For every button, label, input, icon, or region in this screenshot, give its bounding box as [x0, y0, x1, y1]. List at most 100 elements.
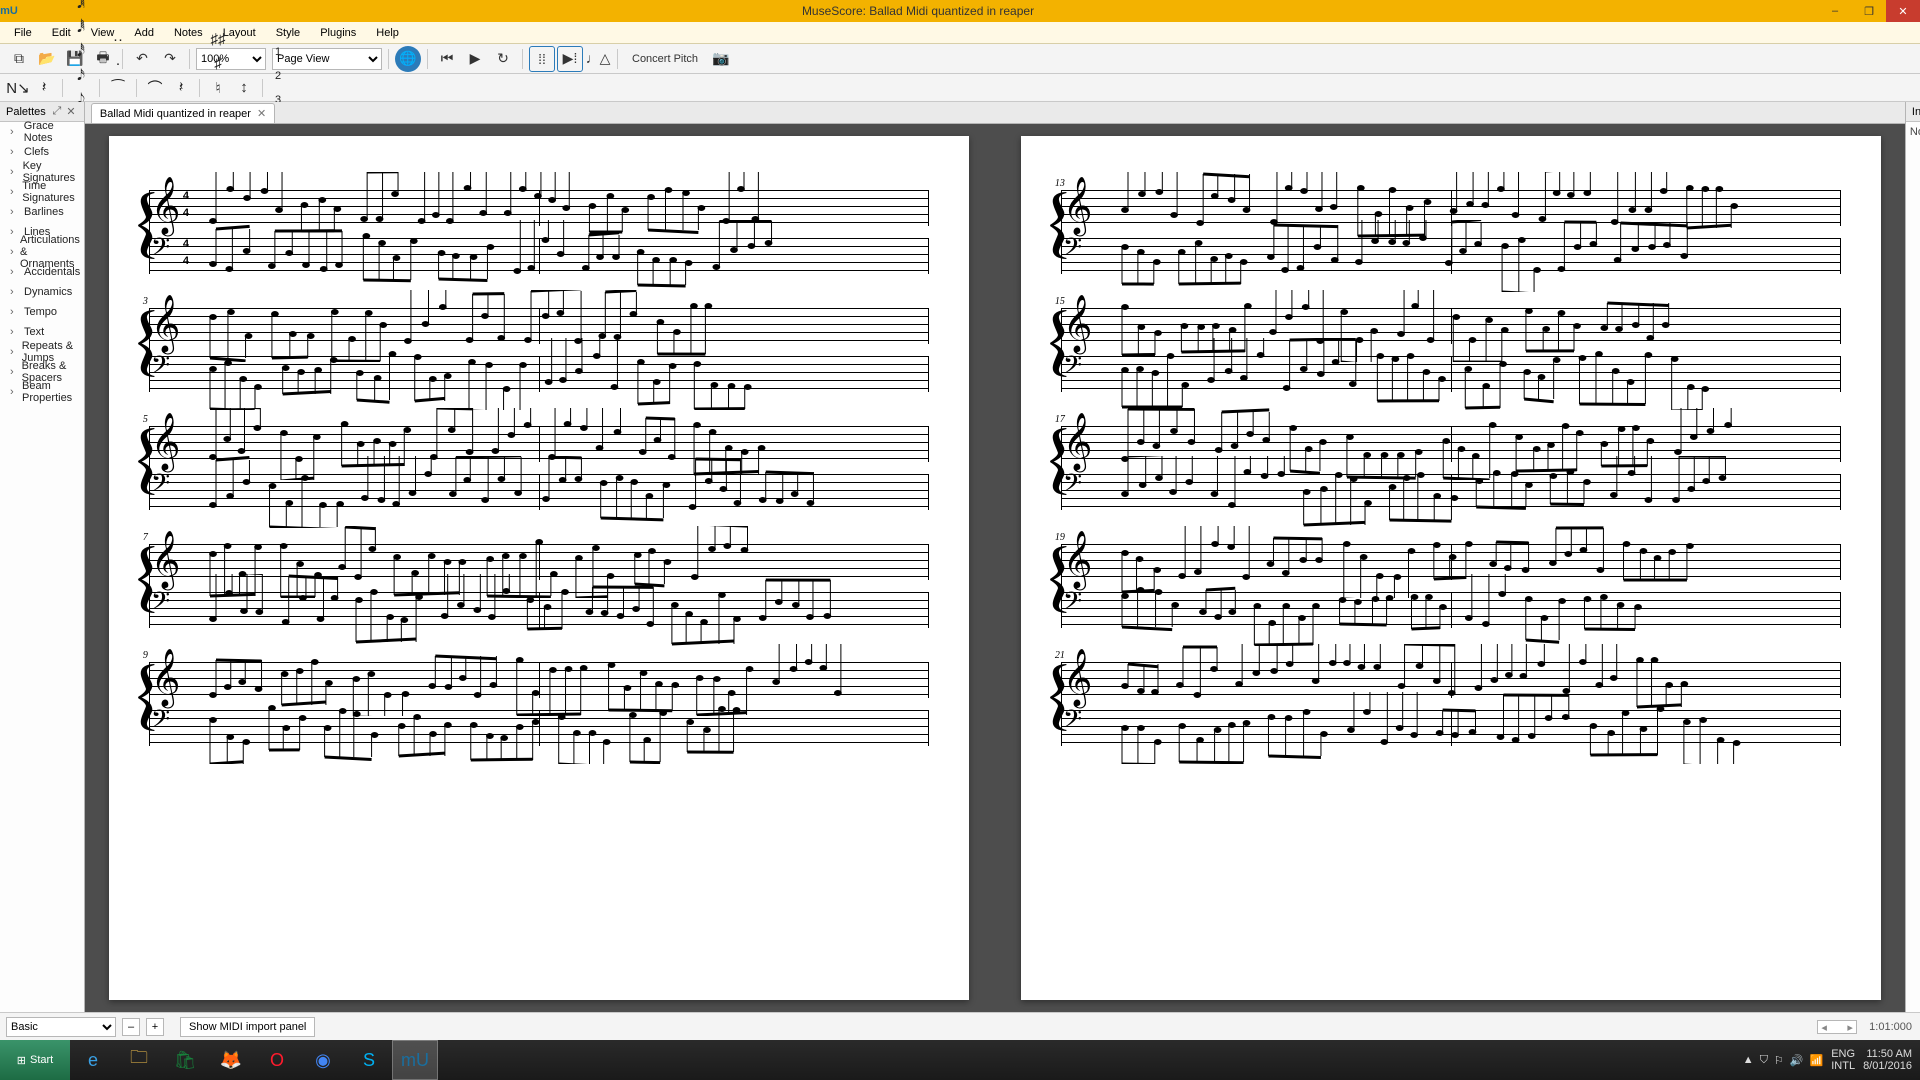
separator: [99, 79, 100, 97]
tray-icon-0[interactable]: ▲: [1743, 1054, 1754, 1067]
document-tab-label: Ballad Midi quantized in reaper: [100, 108, 251, 120]
new-button[interactable]: ⧉: [6, 46, 32, 72]
screenshot-button[interactable]: 📷: [708, 46, 734, 72]
play-panel-button[interactable]: ⁞⁞: [529, 46, 555, 72]
rest-mode-icon[interactable]: 𝄽: [32, 76, 56, 100]
tie-button[interactable]: ⌒: [143, 76, 167, 100]
menu-help[interactable]: Help: [366, 22, 409, 43]
flip-button[interactable]: ↕: [232, 76, 256, 100]
palettes-undock-icon[interactable]: ⤢: [50, 105, 64, 118]
duration-button-3[interactable]: 𝅘𝅥𝅯: [69, 64, 93, 88]
chevron-right-icon: ›: [10, 366, 16, 378]
tray-icon-3[interactable]: 🔊: [1790, 1054, 1804, 1067]
document-tab[interactable]: Ballad Midi quantized in reaper ✕: [91, 103, 275, 123]
tray-lang2[interactable]: INTL: [1831, 1060, 1855, 1072]
play-repeats-button[interactable]: ▶⁞: [557, 46, 583, 72]
chevron-right-icon: ›: [10, 186, 16, 198]
workspace-remove-button[interactable]: –: [122, 1018, 140, 1036]
community-icon[interactable]: 🌐: [395, 46, 421, 72]
palette-barlines[interactable]: ›Barlines: [0, 202, 84, 222]
accidental-button-2[interactable]: ♮: [206, 76, 230, 100]
palettes-close-icon[interactable]: ✕: [64, 105, 78, 118]
palette-repeats-jumps[interactable]: ›Repeats & Jumps: [0, 342, 84, 362]
palette-breaks-spacers[interactable]: ›Breaks & Spacers: [0, 362, 84, 382]
palette-text[interactable]: ›Text: [0, 322, 84, 342]
score-viewport[interactable]: 𝄔𝄞44𝄢443𝄔𝄞𝄢5𝄔𝄞𝄢7𝄔𝄞𝄢9𝄔𝄞𝄢 13𝄔𝄞𝄢15𝄔𝄞𝄢17𝄔𝄞𝄢1…: [85, 124, 1905, 1012]
chevron-right-icon: ›: [10, 226, 18, 238]
show-midi-import-button[interactable]: Show MIDI import panel: [180, 1017, 315, 1037]
voice-button-1[interactable]: 2: [269, 64, 287, 88]
duration-button-1[interactable]: 𝅘𝅥𝅱: [69, 16, 93, 40]
palettes-header: Palettes ⤢ ✕: [0, 102, 84, 122]
palette-time-signatures[interactable]: ›Time Signatures: [0, 182, 84, 202]
palettes-title: Palettes: [6, 106, 46, 118]
palette-articulations-ornaments[interactable]: ›Articulations & Ornaments: [0, 242, 84, 262]
menu-add[interactable]: Add: [124, 22, 164, 43]
taskbar-app-firefox[interactable]: 🦊: [208, 1040, 254, 1080]
inspector-body: Nothing selec: [1906, 122, 1920, 142]
taskbar-app-chrome[interactable]: ◉: [300, 1040, 346, 1080]
palette-key-signatures[interactable]: ›Key Signatures: [0, 162, 84, 182]
palette-beam-properties[interactable]: ›Beam Properties: [0, 382, 84, 402]
redo-button[interactable]: ↷: [157, 46, 183, 72]
metronome-button[interactable]: ♩△: [585, 46, 611, 72]
separator: [136, 79, 137, 97]
palettes-panel: Palettes ⤢ ✕ ›Grace Notes›Clefs›Key Sign…: [0, 102, 85, 1012]
tray-icon-2[interactable]: ⚐: [1774, 1054, 1784, 1067]
concert-pitch-button[interactable]: Concert Pitch: [624, 46, 706, 72]
chevron-right-icon: ›: [10, 126, 18, 138]
chevron-right-icon: ›: [10, 246, 14, 258]
separator: [262, 79, 263, 97]
close-button[interactable]: ✕: [1886, 0, 1920, 22]
rest-button[interactable]: 𝄽: [169, 76, 193, 100]
rewind-button[interactable]: ⏮: [434, 46, 460, 72]
undo-button[interactable]: ↶: [129, 46, 155, 72]
accidental-button-1[interactable]: ♯: [206, 52, 230, 76]
duration-extra-button-0[interactable]: ··: [106, 28, 130, 52]
taskbar-app-store[interactable]: 🛍: [162, 1040, 208, 1080]
tray-icon-1[interactable]: ⛉: [1760, 1054, 1768, 1067]
taskbar-app-ie[interactable]: e: [70, 1040, 116, 1080]
accidental-button-0[interactable]: ♯♯: [206, 28, 230, 52]
maximize-button[interactable]: ❐: [1852, 0, 1886, 22]
chevron-right-icon: ›: [10, 206, 18, 218]
separator: [62, 79, 63, 97]
chevron-right-icon: ›: [10, 306, 18, 318]
taskbar-app-explorer[interactable]: 🗀: [116, 1040, 162, 1080]
open-button[interactable]: 📂: [34, 46, 60, 72]
taskbar-app-musescore[interactable]: mU: [392, 1040, 438, 1080]
start-button[interactable]: ⊞ Start: [0, 1040, 70, 1080]
palette-tempo[interactable]: ›Tempo: [0, 302, 84, 322]
duration-button-0[interactable]: 𝅘𝅥𝅲: [69, 0, 93, 16]
duration-button-2[interactable]: 𝅘𝅥𝅰: [69, 40, 93, 64]
duration-extra-button-1[interactable]: ·: [106, 52, 130, 76]
duration-extra-button-2[interactable]: ⁀: [106, 76, 130, 100]
statusbar: BasicAdvanced – + Show MIDI import panel…: [0, 1012, 1920, 1040]
loop-button[interactable]: ↻: [490, 46, 516, 72]
minimize-button[interactable]: –: [1818, 0, 1852, 22]
note-input-button[interactable]: N↘: [6, 76, 30, 100]
taskbar-app-skype[interactable]: S: [346, 1040, 392, 1080]
menu-plugins[interactable]: Plugins: [310, 22, 366, 43]
score-page-2: 13𝄔𝄞𝄢15𝄔𝄞𝄢17𝄔𝄞𝄢19𝄔𝄞𝄢21𝄔𝄞𝄢: [1021, 136, 1881, 1000]
inspector-header: Ins… ⤢ ✕: [1906, 102, 1920, 122]
workspace-add-button[interactable]: +: [146, 1018, 164, 1036]
tray-time[interactable]: 11:50 AM: [1863, 1048, 1912, 1060]
taskbar-app-opera[interactable]: O: [254, 1040, 300, 1080]
tab-close-icon[interactable]: ✕: [257, 107, 266, 120]
palette-grace-notes[interactable]: ›Grace Notes: [0, 122, 84, 142]
voice-button-0[interactable]: 1: [269, 40, 287, 64]
workspace-select[interactable]: BasicAdvanced: [6, 1017, 116, 1037]
view-mode-select[interactable]: Page ViewContinuous View: [272, 48, 382, 70]
main-toolbar: ⧉ 📂 💾 🖶 ↶ ↷ 25%50%75%100%150%200% Page V…: [0, 44, 1920, 74]
tray-icon-4[interactable]: 📶: [1810, 1054, 1824, 1067]
menu-file[interactable]: File: [4, 22, 42, 43]
chevron-right-icon: ›: [10, 326, 18, 338]
chevron-right-icon: ›: [10, 346, 16, 358]
play-button[interactable]: ▶: [462, 46, 488, 72]
palette-dynamics[interactable]: ›Dynamics: [0, 282, 84, 302]
horizontal-scrollbar[interactable]: ◂▸: [1817, 1020, 1857, 1034]
tray-date[interactable]: 8/01/2016: [1863, 1060, 1912, 1072]
tray-lang1[interactable]: ENG: [1831, 1048, 1855, 1060]
palette-clefs[interactable]: ›Clefs: [0, 142, 84, 162]
